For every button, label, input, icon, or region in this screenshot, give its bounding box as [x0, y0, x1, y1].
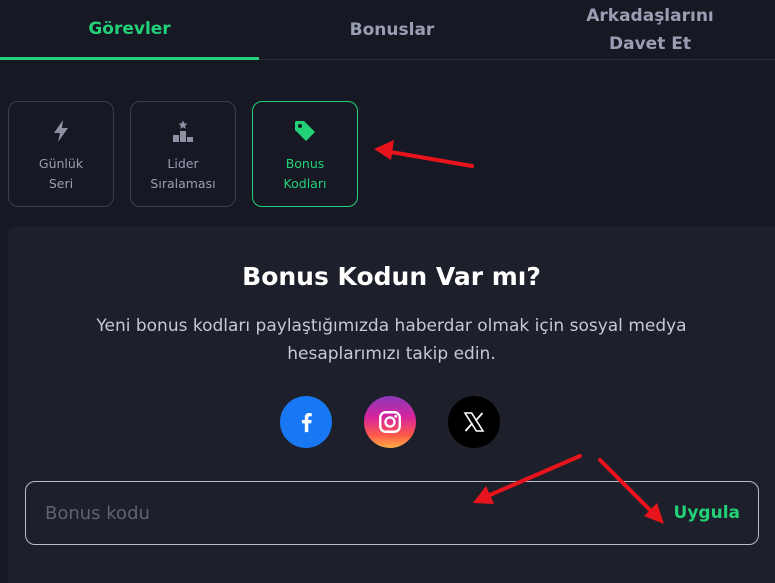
- arrow-to-bonus-codes-tab: [374, 140, 474, 168]
- tab-label: Bonuslar: [349, 19, 435, 40]
- facebook-icon[interactable]: [280, 396, 332, 448]
- bonus-code-panel: Bonus Kodun Var mı? Yeni bonus kodları p…: [8, 226, 775, 583]
- subtab-label: Lider Sıralaması: [150, 156, 216, 191]
- subtab-gunluk-seri[interactable]: Günlük Seri: [8, 101, 114, 207]
- main-tabs: Görevler Bonuslar Arkadaşlarını Davet Et: [0, 0, 775, 60]
- app-root: Görevler Bonuslar Arkadaşlarını Davet Et…: [0, 0, 775, 583]
- tab-arkadaslarini-davet-et[interactable]: Arkadaşlarını Davet Et: [525, 0, 775, 59]
- panel-title: Bonus Kodun Var mı?: [242, 262, 541, 291]
- podium-icon: [170, 118, 196, 144]
- tab-label-line1: Arkadaşlarını: [586, 5, 714, 26]
- sub-tabs: Günlük Seri Lider Sıralaması Bonus Kodla…: [8, 101, 358, 207]
- subtab-bonus-kodlari[interactable]: Bonus Kodları: [252, 101, 358, 207]
- bonus-code-input[interactable]: [26, 482, 656, 544]
- x-icon[interactable]: [448, 396, 500, 448]
- tab-bonuslar[interactable]: Bonuslar: [259, 0, 525, 59]
- instagram-icon[interactable]: [364, 396, 416, 448]
- tab-label: Görevler: [88, 18, 171, 39]
- subtab-label: Bonus Kodları: [283, 156, 327, 191]
- tag-icon: [292, 118, 318, 144]
- social-links: [280, 396, 500, 448]
- subtab-lider-siralamasi[interactable]: Lider Sıralaması: [130, 101, 236, 207]
- tab-gorevler[interactable]: Görevler: [0, 0, 259, 60]
- subtab-label: Günlük Seri: [38, 156, 84, 191]
- bonus-code-form: Uygula: [25, 481, 759, 545]
- tab-label-line2: Davet Et: [609, 33, 691, 54]
- panel-description: Yeni bonus kodları paylaştığımızda haber…: [96, 316, 687, 364]
- lightning-icon: [48, 118, 74, 144]
- apply-button[interactable]: Uygula: [656, 503, 758, 523]
